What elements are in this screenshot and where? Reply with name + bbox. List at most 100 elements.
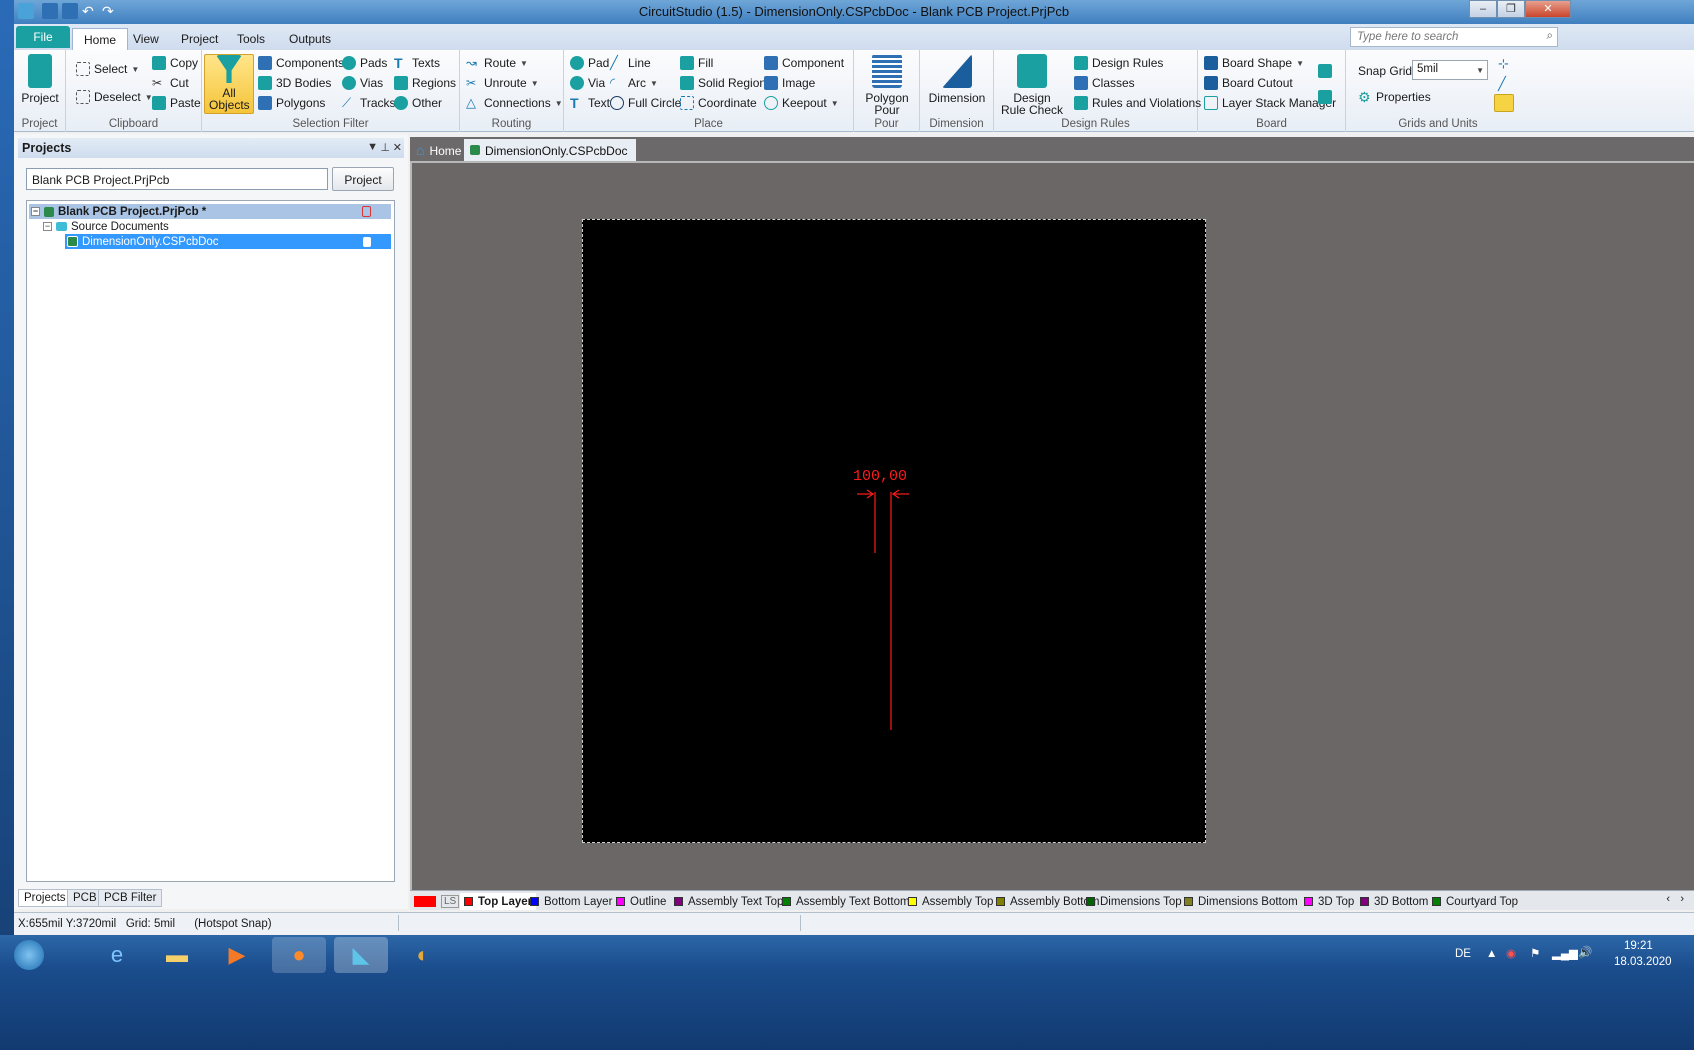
select-button[interactable]: Select ▼ xyxy=(76,60,139,78)
pin-icon[interactable]: ⊥ xyxy=(380,141,390,154)
project-name-field[interactable]: Blank PCB Project.PrjPcb xyxy=(26,168,328,190)
board-cutout-button[interactable]: Board Cutout xyxy=(1204,74,1293,92)
filter-vias[interactable]: Vias xyxy=(342,74,383,92)
scroll-left-icon[interactable]: ‹ xyxy=(1666,893,1670,905)
cut-button[interactable]: ✂ Cut xyxy=(152,74,189,92)
layer-tab[interactable]: Dimensions Top xyxy=(1086,893,1182,910)
place-line-button[interactable]: ╱ Line xyxy=(610,54,651,72)
dimension-button[interactable]: Dimension xyxy=(924,54,990,104)
current-layer-indicator[interactable]: LS xyxy=(414,893,460,910)
collapse-icon[interactable]: − xyxy=(31,207,40,216)
pcb-workspace[interactable]: 100,00 xyxy=(410,161,1694,890)
place-via-button[interactable]: Via xyxy=(570,74,605,92)
start-button[interactable] xyxy=(6,937,52,973)
layer-tab[interactable]: Dimensions Bottom xyxy=(1184,893,1298,910)
place-keepout-button[interactable]: Keepout ▼ xyxy=(764,94,839,112)
panel-menu-icon[interactable]: ▼ xyxy=(367,141,378,153)
place-arc-button[interactable]: ◜ Arc ▼ xyxy=(610,74,658,92)
maximize-button[interactable]: ❐ xyxy=(1497,0,1525,18)
panel-tab-projects[interactable]: Projects xyxy=(18,889,72,907)
ruler-icon[interactable]: ╱ xyxy=(1498,76,1512,91)
search-icon[interactable]: ⌕ xyxy=(1547,30,1553,43)
design-rules-button[interactable]: Design Rules xyxy=(1074,54,1163,72)
project-menu-button[interactable]: Project xyxy=(20,54,60,104)
layer-tab[interactable]: Courtyard Top xyxy=(1432,893,1518,910)
layer-tab[interactable]: 3D Top xyxy=(1304,893,1354,910)
filter-regions[interactable]: Regions xyxy=(394,74,456,92)
tray-expand-icon[interactable]: ▲ xyxy=(1486,948,1497,960)
project-button[interactable]: Project xyxy=(332,167,394,191)
all-objects-button[interactable]: All Objects xyxy=(204,54,254,114)
minimize-button[interactable]: – xyxy=(1469,0,1497,18)
place-image-button[interactable]: Image xyxy=(764,74,815,92)
place-pad-button[interactable]: Pad xyxy=(570,54,609,72)
layer-tab[interactable]: Assembly Bottom xyxy=(996,893,1099,910)
dimension-object[interactable] xyxy=(857,489,909,730)
tab-view[interactable]: View xyxy=(122,28,170,50)
layer-tab[interactable]: 3D Bottom xyxy=(1360,893,1428,910)
paste-button[interactable]: Paste xyxy=(152,94,201,112)
firefox-icon[interactable]: ● xyxy=(272,937,326,973)
snap-options-icon[interactable]: ⊹ xyxy=(1498,56,1512,71)
unroute-button[interactable]: ✂ Unroute ▼ xyxy=(466,74,539,92)
place-component-button[interactable]: Component xyxy=(764,54,844,72)
classes-button[interactable]: Classes xyxy=(1074,74,1135,92)
deselect-button[interactable]: Deselect ▼ xyxy=(76,88,153,106)
filter-3d-bodies[interactable]: 3D Bodies xyxy=(258,74,331,92)
clock-time[interactable]: 19:21 xyxy=(1624,940,1653,952)
search-input[interactable]: Type here to search ⌕ xyxy=(1350,27,1558,47)
close-button[interactable]: ✕ xyxy=(1525,0,1571,18)
filter-texts[interactable]: T Texts xyxy=(394,54,440,72)
scroll-right-icon[interactable]: › xyxy=(1680,893,1684,905)
layer-tab[interactable]: Top Layer xyxy=(460,893,537,910)
internet-explorer-icon[interactable]: e xyxy=(90,937,144,973)
layer-tab[interactable]: Assembly Text Bottom xyxy=(782,893,910,910)
layer-tab[interactable]: Bottom Layer xyxy=(530,893,612,910)
place-fill-button[interactable]: Fill xyxy=(680,54,713,72)
filter-polygons[interactable]: Polygons xyxy=(258,94,325,112)
report-icon[interactable] xyxy=(1318,90,1332,104)
filter-tracks[interactable]: ⟋ Tracks xyxy=(342,94,396,112)
connections-button[interactable]: △ Connections ▼ xyxy=(466,94,563,112)
layer-tab[interactable]: Assembly Top xyxy=(908,893,993,910)
polygon-pour-button[interactable]: Polygon Pour xyxy=(860,54,914,116)
altium-icon[interactable]: ◐ xyxy=(396,937,450,973)
board-shape-button[interactable]: Board Shape ▼ xyxy=(1204,54,1304,72)
circuitstudio-taskbar-icon[interactable]: ◣ xyxy=(334,937,388,973)
layer-tab[interactable]: Outline xyxy=(616,893,666,910)
filter-pads[interactable]: Pads xyxy=(342,54,387,72)
volume-icon[interactable]: 🔊 xyxy=(1578,945,1592,959)
tab-pcb-document[interactable]: DimensionOnly.CSPcbDoc xyxy=(464,139,636,161)
layer-tab[interactable]: Assembly Text Top xyxy=(674,893,783,910)
place-coordinate-button[interactable]: Coordinate xyxy=(680,94,757,112)
tab-home-document[interactable]: ⌂ Home xyxy=(410,139,470,161)
tab-project[interactable]: Project xyxy=(170,28,229,50)
layer-stack-manager-button[interactable]: Layer Stack Manager xyxy=(1204,94,1336,112)
antivirus-icon[interactable]: ◉ xyxy=(1506,946,1516,960)
action-center-icon[interactable]: ⚑ xyxy=(1530,946,1540,960)
place-full-circle-button[interactable]: Full Circle xyxy=(610,94,681,112)
tree-item-project[interactable]: − Blank PCB Project.PrjPcb * xyxy=(29,204,391,219)
pcb-board[interactable]: 100,00 xyxy=(582,219,1206,843)
table-icon[interactable] xyxy=(1318,64,1332,78)
tab-file[interactable]: File xyxy=(16,26,70,48)
copy-button[interactable]: Copy xyxy=(152,54,198,72)
rules-violations-button[interactable]: Rules and Violations xyxy=(1074,94,1201,112)
network-icon[interactable]: ▂▄▆ xyxy=(1552,946,1578,960)
tree-item-document[interactable]: DimensionOnly.CSPcbDoc xyxy=(65,234,391,249)
clock-date[interactable]: 18.03.2020 xyxy=(1614,956,1672,968)
place-solid-region-button[interactable]: Solid Region xyxy=(680,74,766,92)
tree-item-folder[interactable]: − Source Documents xyxy=(41,219,169,234)
tab-outputs[interactable]: Outputs xyxy=(278,28,342,50)
panel-tab-pcb-filter[interactable]: PCB Filter xyxy=(98,889,163,907)
panel-close-icon[interactable]: ✕ xyxy=(393,141,402,154)
route-button[interactable]: ↝ Route ▼ xyxy=(466,54,528,72)
place-text-button[interactable]: T Text xyxy=(570,94,610,112)
media-player-icon[interactable]: ▶ xyxy=(210,937,264,973)
language-indicator[interactable]: DE xyxy=(1455,948,1471,960)
filter-other[interactable]: Other xyxy=(394,94,442,112)
drc-button[interactable]: Design Rule Check xyxy=(998,54,1066,116)
tab-tools[interactable]: Tools xyxy=(226,28,276,50)
snap-grid-select[interactable]: 5mil ▼ xyxy=(1412,60,1488,80)
tab-home[interactable]: Home xyxy=(72,28,129,50)
